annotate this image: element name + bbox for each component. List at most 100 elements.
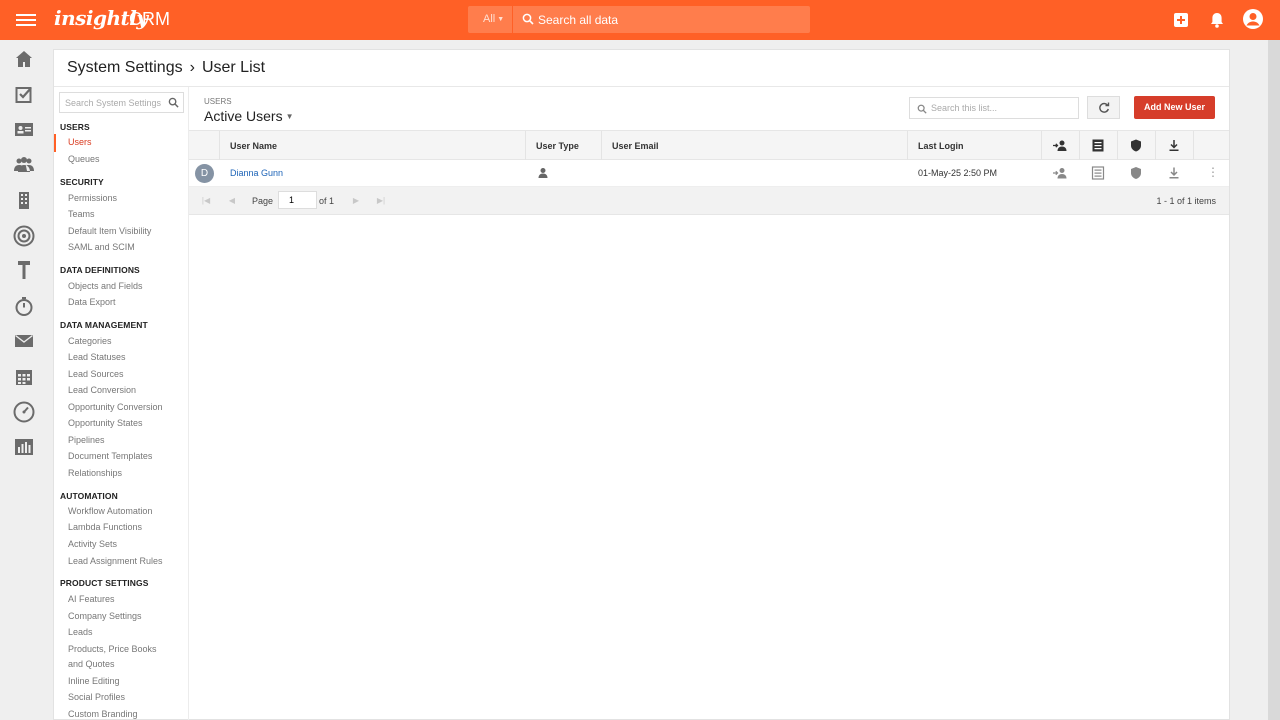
sidebar-item-leads[interactable]: Leads (68, 627, 93, 637)
shield-column-icon[interactable] (1129, 139, 1143, 152)
global-search-input[interactable] (538, 6, 798, 33)
sidebar-item-objects-fields[interactable]: Objects and Fields (68, 281, 143, 291)
list-search-input[interactable] (931, 98, 1071, 118)
tasks-icon[interactable] (14, 84, 34, 104)
next-page-icon[interactable]: ▶ (350, 195, 362, 207)
first-page-icon[interactable]: |◀ (200, 195, 212, 207)
shield-icon[interactable] (1129, 166, 1143, 180)
sidebar-item-document-templates[interactable]: Document Templates (68, 451, 152, 461)
sidebar-item-ai-features[interactable]: AI Features (68, 594, 115, 604)
page-scrollbar[interactable] (1268, 40, 1280, 720)
refresh-button[interactable] (1087, 96, 1120, 119)
add-new-user-button[interactable]: Add New User (1134, 96, 1215, 119)
add-new-icon[interactable] (1171, 10, 1191, 30)
sidebar-item-custom-branding[interactable]: Custom Branding (68, 709, 138, 719)
search-scope-label: All (483, 13, 496, 25)
sidebar-item-inline-editing[interactable]: Inline Editing (68, 676, 120, 686)
top-bar: insightly CRM All ▼ (0, 0, 1280, 40)
user-type-person-icon (538, 168, 548, 178)
sidebar-item-opportunity-states[interactable]: Opportunity States (68, 418, 143, 428)
main-panel: System Settings › User List USERS Users Qu… (53, 49, 1230, 720)
settings-search-input[interactable] (65, 93, 165, 112)
download-column-icon[interactable] (1167, 139, 1181, 152)
page-total-label: of 1 (319, 196, 335, 206)
more-options-icon[interactable]: ⋮ (1205, 165, 1221, 181)
column-separator (219, 131, 220, 160)
view-selector-dropdown[interactable]: Active Users ▼ (204, 108, 294, 124)
user-account-icon[interactable] (1242, 8, 1264, 30)
table-row[interactable]: D Dianna Gunn 01-May-25 2:50 PM ⋮ (189, 160, 1229, 187)
sidebar-item-lambda-functions[interactable]: Lambda Functions (68, 522, 142, 532)
download-icon[interactable] (1167, 166, 1181, 180)
reports-chart-icon[interactable] (14, 437, 34, 457)
sidebar-item-lead-statuses[interactable]: Lead Statuses (68, 352, 126, 362)
column-header-user-type[interactable]: User Type (536, 141, 579, 151)
previous-page-icon[interactable]: ◀ (226, 195, 238, 207)
sidebar-item-lead-assignment-rules[interactable]: Lead Assignment Rules (68, 556, 163, 566)
search-scope-dropdown[interactable]: All ▼ (468, 6, 513, 33)
sidebar-item-users[interactable]: Users (68, 137, 92, 147)
search-icon (917, 104, 927, 114)
user-name-link[interactable]: Dianna Gunn (230, 168, 283, 178)
active-item-indicator (54, 134, 56, 152)
home-icon[interactable] (14, 49, 34, 69)
sidebar-item-default-item-visibility[interactable]: Default Item Visibility (68, 226, 151, 236)
sidebar-item-lead-conversion[interactable]: Lead Conversion (68, 385, 136, 395)
page-title: User List (201, 59, 266, 76)
search-icon[interactable] (168, 97, 179, 108)
sidebar-item-queues[interactable]: Queues (68, 154, 100, 164)
breadcrumb-separator: › (189, 59, 195, 76)
sidebar-item-categories[interactable]: Categories (68, 336, 112, 346)
sidebar-item-workflow-automation[interactable]: Workflow Automation (68, 506, 152, 516)
sidebar-item-company-settings[interactable]: Company Settings (68, 611, 142, 621)
notification-bell-icon[interactable] (1207, 10, 1227, 30)
column-separator (1155, 131, 1156, 160)
calendar-icon[interactable] (14, 367, 34, 387)
left-nav-rail (0, 40, 48, 720)
email-icon[interactable] (14, 331, 34, 351)
list-search (909, 97, 1079, 119)
hamburger-menu-icon[interactable] (16, 11, 36, 29)
sidebar-item-pipelines[interactable]: Pipelines (68, 435, 105, 445)
section-title-product-settings: PRODUCT SETTINGS (60, 578, 149, 588)
section-title-data-management: DATA MANAGEMENT (60, 320, 148, 330)
sidebar-item-products-price-books[interactable]: Products, Price Books (68, 644, 157, 654)
breadcrumb-system-settings[interactable]: System Settings (67, 59, 183, 76)
column-header-user-name[interactable]: User Name (230, 141, 277, 151)
column-header-last-login[interactable]: Last Login (918, 141, 964, 151)
breadcrumb: System Settings › User List (67, 59, 265, 77)
user-access-icon[interactable] (1053, 166, 1067, 180)
people-icon[interactable] (14, 154, 34, 174)
dashboard-gauge-icon[interactable] (13, 401, 35, 423)
pager: |◀ ◀ Page of 1 ▶ ▶| 1 - 1 of 1 items (189, 187, 1229, 215)
user-access-column-icon[interactable] (1053, 139, 1067, 152)
sidebar-item-lead-sources[interactable]: Lead Sources (68, 369, 124, 379)
sidebar-item-data-export[interactable]: Data Export (68, 297, 116, 307)
users-section-label: USERS (204, 97, 232, 106)
sidebar-item-saml-scim[interactable]: SAML and SCIM (68, 242, 135, 252)
sidebar-item-relationships[interactable]: Relationships (68, 468, 122, 478)
column-header-user-email[interactable]: User Email (612, 141, 659, 151)
global-search: All ▼ (468, 6, 810, 33)
table-header: User Name User Type User Email Last Logi… (189, 130, 1229, 160)
sidebar-item-teams[interactable]: Teams (68, 209, 95, 219)
sidebar-item-opportunity-conversion[interactable]: Opportunity Conversion (68, 402, 163, 412)
target-icon[interactable] (13, 225, 35, 247)
projects-hammer-icon[interactable] (14, 260, 34, 280)
chevron-down-icon: ▼ (285, 112, 294, 121)
page-number-input[interactable] (278, 191, 317, 209)
app-logo-suffix: CRM (129, 9, 170, 29)
sidebar-item-permissions[interactable]: Permissions (68, 193, 117, 203)
sidebar-item-social-profiles[interactable]: Social Profiles (68, 692, 125, 702)
last-page-icon[interactable]: ▶| (375, 195, 387, 207)
stopwatch-icon[interactable] (14, 296, 34, 316)
details-icon[interactable] (1091, 166, 1105, 180)
organizations-icon[interactable] (14, 190, 34, 210)
column-separator (525, 131, 526, 160)
contacts-icon[interactable] (14, 119, 34, 139)
details-column-icon[interactable] (1091, 139, 1105, 152)
avatar: D (195, 164, 214, 183)
sidebar-item-products-quotes[interactable]: and Quotes (68, 659, 115, 669)
section-title-users: USERS (60, 122, 90, 132)
sidebar-item-activity-sets[interactable]: Activity Sets (68, 539, 117, 549)
